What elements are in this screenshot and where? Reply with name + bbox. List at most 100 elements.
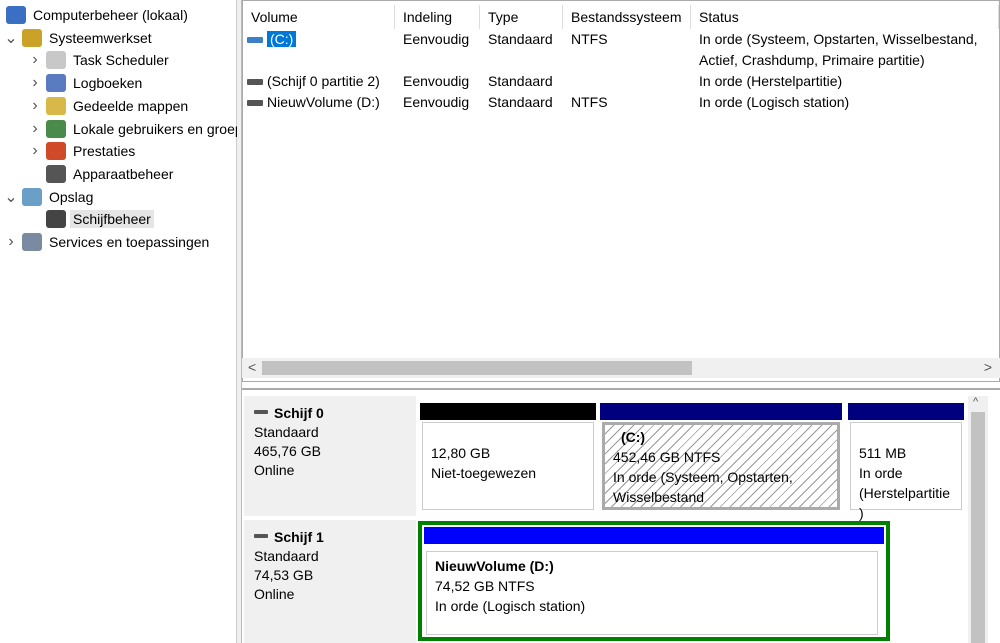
tree-item-label: Schijfbeheer	[70, 210, 154, 229]
vertical-scroll-thumb[interactable]	[971, 412, 985, 643]
cell-text: In orde (Logisch station)	[699, 94, 850, 110]
device-manager-icon	[46, 164, 66, 183]
chevron-right-icon[interactable]: ›	[28, 97, 42, 115]
partition-text: NieuwVolume (D:) 74,52 GB NTFS In orde (Lo…	[426, 551, 878, 635]
disk-status: Online	[254, 462, 295, 478]
storage-icon	[22, 187, 42, 206]
table-cell[interactable]: NieuwVolume (D:)	[243, 92, 395, 113]
cell-text: Eenvoudig	[403, 31, 470, 47]
tree-item-label: Gedeelde mappen	[73, 97, 189, 114]
chevron-right-icon[interactable]: ›	[4, 233, 18, 251]
scroll-right-button[interactable]: >	[984, 359, 992, 375]
table-cell[interactable]: In orde (Systeem, Opstarten, Wisselbesta…	[691, 29, 999, 71]
cell-text: Standaard	[488, 73, 553, 89]
tree-item[interactable]: ⌄ Systeemwerkset	[4, 27, 155, 49]
cell-text: Eenvoudig	[403, 94, 470, 110]
partition-d[interactable]: NieuwVolume (D:) 74,52 GB NTFS In orde (Lo…	[418, 521, 890, 641]
chevron-down-icon[interactable]: ⌄	[4, 28, 18, 48]
scroll-up-button[interactable]: ^	[973, 396, 978, 408]
users-icon	[46, 119, 66, 138]
tree-item[interactable]: Schijfbeheer	[28, 208, 154, 230]
tree-item-label: Lokale gebruikers en groepen	[73, 120, 259, 137]
table-cell[interactable]: (C:)	[243, 29, 395, 50]
disk-status: Online	[254, 586, 295, 602]
table-cell[interactable]: In orde (Herstelpartitie)	[691, 71, 999, 92]
tree-item[interactable]: Computerbeheer (lokaal)	[2, 4, 191, 26]
disk-management-icon	[46, 210, 66, 229]
tree-item[interactable]: ⌄ Opslag	[4, 186, 96, 208]
partition-size: 74,52 GB NTFS	[435, 578, 535, 594]
cell-text: In orde (Systeem, Opstarten, Wisselbesta…	[699, 31, 978, 68]
scroll-left-button[interactable]: <	[248, 359, 256, 375]
tree-item[interactable]: › Gedeelde mappen	[28, 95, 191, 117]
table-cell[interactable]: Standaard	[480, 71, 563, 92]
partition-bar	[848, 403, 964, 420]
volume-rows: (C:) Eenvoudig Standaard NTFS In orde (Syste…	[243, 29, 999, 113]
table-cell[interactable]: Standaard	[480, 29, 563, 50]
table-cell[interactable]: Eenvoudig	[395, 92, 480, 113]
partition-status: Niet-toegewezen	[431, 465, 537, 481]
cell-text: Eenvoudig	[403, 73, 470, 89]
disk-name-text: Schijf 0	[274, 405, 324, 421]
partition-status: In orde (Systeem, Opstarten, Wisselbesta…	[613, 469, 793, 505]
table-cell[interactable]: In orde (Logisch station)	[691, 92, 999, 113]
partition-1[interactable]: (C:) 452,46 GB NTFS In orde (Systeem, Opst…	[602, 422, 840, 510]
disk-type: Standaard	[254, 548, 319, 564]
console-tree: Computerbeheer (lokaal) ⌄ Systeemwerkset › T…	[0, 0, 258, 643]
cell-text: Standaard	[488, 31, 553, 47]
tree-item[interactable]: › Prestaties	[28, 140, 138, 162]
tree-item[interactable]: › Logboeken	[28, 72, 145, 94]
volume-list: Volume Indeling Type Bestandssysteem Status(…	[242, 0, 1000, 382]
disk-label-0[interactable]: Schijf 0 Standaard 465,76 GB Online	[244, 396, 416, 516]
volume-name: NieuwVolume (D:)	[267, 94, 380, 110]
table-cell[interactable]: NTFS	[563, 29, 691, 50]
partition-bar	[600, 403, 842, 420]
volume-name: (Schijf 0 partitie 2)	[267, 73, 380, 89]
horizontal-scroll-thumb[interactable]	[262, 361, 692, 375]
disk-name-text: Schijf 1	[274, 529, 324, 545]
chevron-right-icon[interactable]: ›	[28, 120, 42, 138]
table-cell[interactable]: (Schijf 0 partitie 2)	[243, 71, 395, 92]
chevron-right-icon[interactable]: ›	[28, 142, 42, 160]
shared-folder-icon	[46, 96, 66, 115]
computer-management-icon	[6, 6, 26, 24]
partition-0[interactable]: 12,80 GB Niet-toegewezen	[422, 422, 594, 510]
tree-item-label: Apparaatbeheer	[73, 165, 174, 182]
volume-icon	[247, 100, 263, 107]
table-row[interactable]: (C:) Eenvoudig Standaard NTFS In orde (Syste…	[243, 29, 999, 71]
column-header-type[interactable]: Type	[480, 5, 563, 29]
column-header-bestandssysteem[interactable]: Bestandssysteem	[563, 5, 691, 29]
partition-2[interactable]: 511 MB In orde (Herstelpartitie)	[850, 422, 962, 521]
table-cell[interactable]: Standaard	[480, 92, 563, 113]
cell-text: Standaard	[488, 94, 553, 110]
column-header-indeling[interactable]: Indeling	[395, 5, 480, 29]
disk-label-1[interactable]: Schijf 1 Standaard 74,53 GB Online	[244, 520, 416, 643]
disk-icon	[254, 410, 268, 414]
disk-icon	[254, 534, 268, 538]
volume-icon	[247, 37, 263, 44]
tree-item[interactable]: › Task Scheduler	[28, 49, 172, 71]
tree-item-label: Systeemwerkset	[49, 29, 152, 46]
partition-text: (C:) 452,46 GB NTFS In orde (Systeem, Opst…	[605, 427, 837, 507]
table-row[interactable]: (Schijf 0 partitie 2) Eenvoudig Standaard I…	[243, 71, 999, 92]
chevron-right-icon[interactable]: ›	[28, 51, 42, 69]
tree-item[interactable]: Apparaatbeheer	[28, 163, 176, 185]
table-cell[interactable]: NTFS	[563, 92, 691, 113]
tree-item[interactable]: › Lokale gebruikers en groepen	[28, 118, 261, 140]
chevron-right-icon[interactable]: ›	[28, 74, 42, 92]
chevron-down-icon[interactable]: ⌄	[4, 187, 18, 207]
table-cell[interactable]: Eenvoudig	[395, 71, 480, 92]
table-cell[interactable]: Eenvoudig	[395, 29, 480, 50]
partition-status: In orde (Herstelpartitie)	[859, 465, 951, 521]
tree-item-label: Task Scheduler	[73, 52, 169, 69]
tree-item[interactable]: › Services en toepassingen	[4, 231, 212, 253]
tree-item-label: Prestaties	[73, 143, 136, 160]
column-header-status[interactable]: Status	[691, 5, 999, 29]
cell-text: NTFS	[571, 94, 608, 110]
partition-size: 12,80 GB	[431, 445, 491, 461]
disk-type: Standaard	[254, 424, 319, 440]
column-header-volume[interactable]: Volume	[243, 5, 395, 29]
table-row[interactable]: NieuwVolume (D:) Eenvoudig Standaard NTFS In…	[243, 92, 999, 113]
cell-text: NTFS	[571, 31, 608, 47]
disk-name: Schijf 1	[254, 528, 406, 547]
